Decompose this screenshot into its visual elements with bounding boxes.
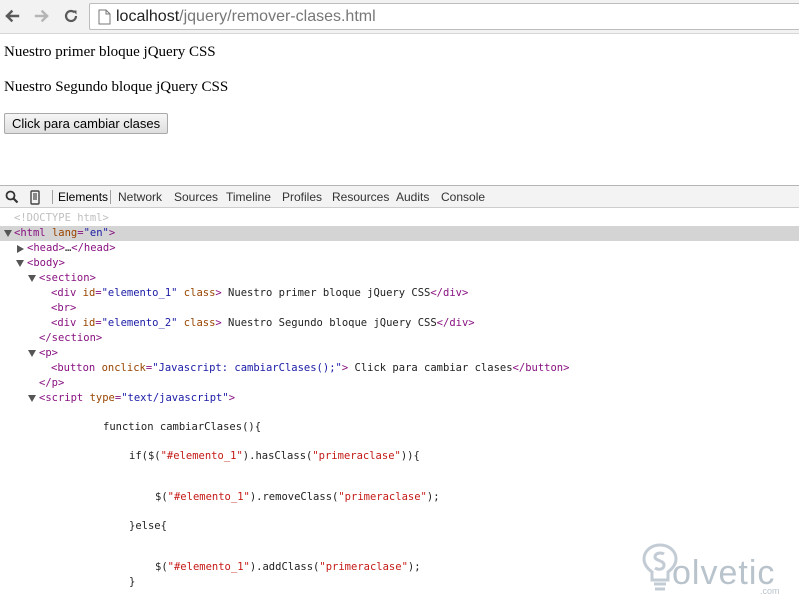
js-if-text: if($("#elemento_1").hasClass("primeracla… [129, 450, 420, 462]
devtools-panel: Elements Network Sources Timeline Profil… [0, 185, 799, 600]
tab-audits[interactable]: Audits [396, 189, 429, 205]
js-close-text: } [129, 576, 136, 588]
tab-resources[interactable]: Resources [332, 189, 389, 205]
head-tag: <head>…</head> [27, 242, 116, 254]
br-tag: <br> [51, 302, 77, 314]
url-host: localhost [116, 8, 180, 25]
js-function-text: function cambiarClases(){ [103, 421, 262, 433]
button-tag: <button onclick="Javascript: cambiarClas… [51, 362, 570, 374]
dom-line-p-close[interactable]: </p> [0, 376, 799, 391]
dom-line-script[interactable]: <script type="text/javascript"> [0, 391, 799, 406]
dom-line-body[interactable]: <body> [0, 256, 799, 271]
section-tag: <section> [39, 272, 96, 284]
tab-sources[interactable]: Sources [174, 189, 218, 205]
tab-network[interactable]: Network [118, 189, 162, 205]
js-else-text: }else{ [129, 520, 167, 532]
url-text: localhost/jquery/remover-clases.html [116, 7, 376, 27]
forward-icon[interactable] [31, 5, 53, 27]
expand-arrow-icon[interactable] [28, 395, 36, 402]
script-tag: <script type="text/javascript"> [39, 392, 236, 404]
back-icon[interactable] [1, 5, 23, 27]
toolbar-divider [110, 190, 111, 204]
tab-profiles[interactable]: Profiles [282, 189, 322, 205]
expand-arrow-icon[interactable] [4, 230, 12, 237]
dom-line-html[interactable]: <html lang="en"> [0, 226, 799, 241]
js-remove-text: $("#elemento_1").removeClass("primeracla… [155, 491, 440, 503]
section-close-tag: </section> [39, 332, 103, 344]
device-icon[interactable] [27, 189, 43, 205]
body-tag: <body> [27, 257, 65, 269]
collapse-arrow-icon[interactable] [17, 245, 24, 253]
cambiar-clases-button[interactable]: Click para cambiar clases [4, 113, 169, 134]
dom-line-button[interactable]: <button onclick="Javascript: cambiarClas… [0, 361, 799, 376]
tab-timeline[interactable]: Timeline [226, 189, 271, 205]
dom-line-div-2[interactable]: <div id="elemento_2" class> Nuestro Segu… [0, 316, 799, 331]
dom-line-br[interactable]: <br> [0, 301, 799, 316]
dom-line-doctype[interactable]: <!DOCTYPE html> [0, 211, 799, 226]
expand-arrow-icon[interactable] [28, 350, 36, 357]
dom-line-js-if[interactable]: if($("#elemento_1").hasClass("primeracla… [0, 449, 799, 464]
dom-line-p[interactable]: <p> [0, 346, 799, 361]
dom-line-js-function[interactable]: function cambiarClases(){ [0, 420, 799, 435]
address-bar[interactable]: localhost/jquery/remover-clases.html [89, 3, 799, 30]
dom-line-section[interactable]: <section> [0, 271, 799, 286]
page-icon [98, 9, 111, 29]
expand-arrow-icon[interactable] [28, 275, 36, 282]
div-1-tag: <div id="elemento_1" class> Nuestro prim… [51, 287, 469, 299]
dom-line-js-remove[interactable]: $("#elemento_1").removeClass("primeracla… [0, 490, 799, 505]
elemento-2-text: Nuestro Segundo bloque jQuery CSS [4, 79, 229, 95]
url-path: /jquery/remover-clases.html [179, 8, 376, 25]
reload-icon[interactable] [60, 5, 82, 27]
js-add-text: $("#elemento_1").addClass("primeraclase"… [155, 561, 421, 573]
browser-toolbar: localhost/jquery/remover-clases.html [0, 0, 799, 34]
tab-elements[interactable]: Elements [58, 189, 108, 205]
p-tag: <p> [39, 347, 58, 359]
tab-console[interactable]: Console [441, 189, 485, 205]
dom-line-div-1[interactable]: <div id="elemento_1" class> Nuestro prim… [0, 286, 799, 301]
p-close-tag: </p> [39, 377, 65, 389]
html-tag: <html lang="en"> [14, 227, 116, 239]
doctype-text: <!DOCTYPE html> [14, 212, 109, 224]
dom-line-js-else[interactable]: }else{ [0, 519, 799, 534]
page-content: Nuestro primer bloque jQuery CSS Nuestro… [0, 35, 799, 185]
elemento-1-text: Nuestro primer bloque jQuery CSS [4, 44, 216, 60]
expand-arrow-icon[interactable] [16, 260, 24, 267]
watermark-domain: .com [760, 586, 780, 596]
search-icon[interactable] [4, 189, 20, 205]
toolbar-divider [52, 190, 53, 204]
devtools-toolbar: Elements Network Sources Timeline Profil… [0, 185, 799, 208]
solvetic-logo: olvetic .com [640, 540, 795, 598]
dom-line-section-close[interactable]: </section> [0, 331, 799, 346]
div-2-tag: <div id="elemento_2" class> Nuestro Segu… [51, 317, 475, 329]
dom-line-head[interactable]: <head>…</head> [0, 241, 799, 256]
